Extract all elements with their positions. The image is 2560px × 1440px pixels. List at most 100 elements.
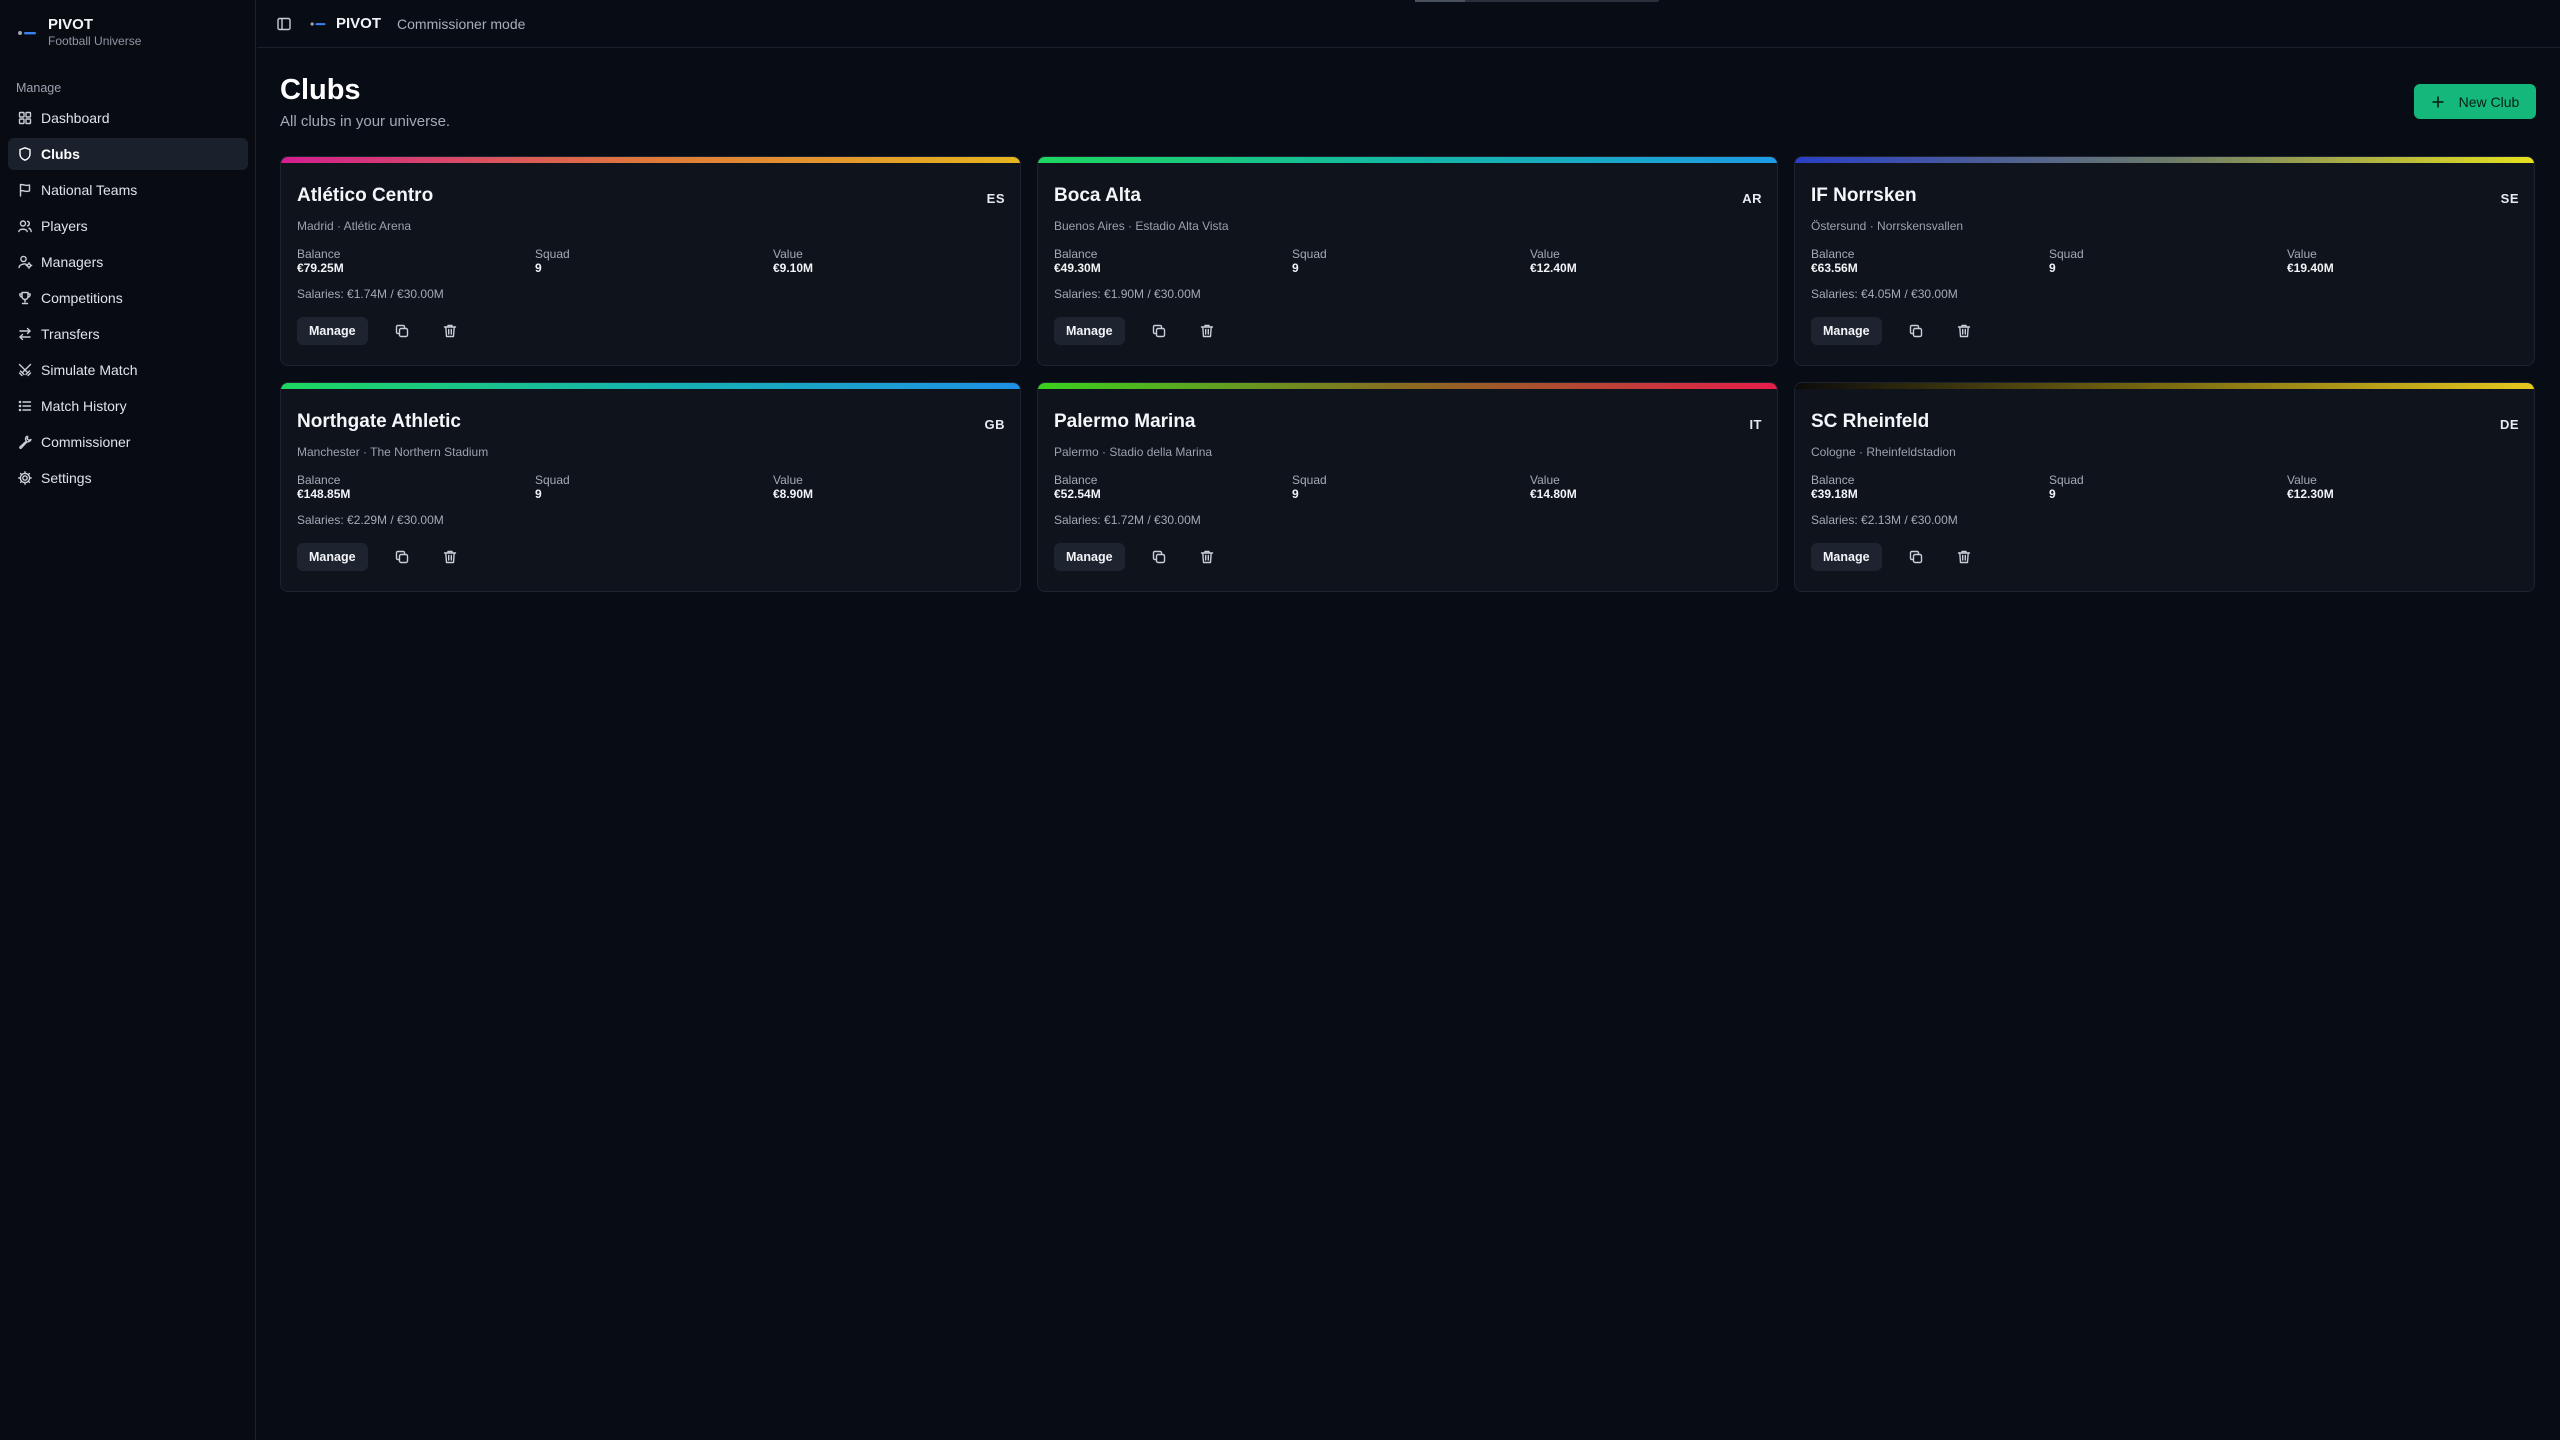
- club-actions: Manage: [297, 317, 464, 345]
- duplicate-button[interactable]: [1902, 543, 1930, 571]
- sidebar-nav: Dashboard Clubs National Teams Players Manag…: [8, 102, 248, 498]
- stat-value-total: Value €12.30M: [2287, 473, 2520, 502]
- pivot-logo-icon: [310, 21, 326, 26]
- copy-icon: [1908, 549, 1924, 565]
- sidebar-item-players[interactable]: Players: [8, 210, 248, 242]
- stat-label: Balance: [1811, 473, 1855, 487]
- stat-balance: Balance €148.85M: [297, 473, 535, 502]
- delete-button[interactable]: [436, 543, 464, 571]
- club-location: Palermo · Stadio della Marina: [1054, 445, 1213, 459]
- new-club-button[interactable]: New Club: [2414, 84, 2536, 119]
- sidebar-item-commissioner[interactable]: Commissioner: [8, 426, 248, 458]
- brand[interactable]: PIVOT Football Universe: [16, 16, 141, 49]
- club-stats: Balance €52.54M Squad 9 Value €14.80M: [1054, 473, 1763, 502]
- club-color-bar: [1038, 157, 1777, 163]
- stat-value: €52.54M: [1054, 487, 1101, 501]
- stat-value: €19.40M: [2287, 261, 2334, 275]
- topbar-app-name: PIVOT: [336, 15, 382, 32]
- stat-label: Value: [2287, 473, 2317, 487]
- stat-balance: Balance €49.30M: [1054, 247, 1292, 276]
- topbar: PIVOT Commissioner mode: [257, 0, 2560, 48]
- duplicate-button[interactable]: [1145, 317, 1173, 345]
- club-color-bar: [281, 157, 1020, 163]
- manage-button[interactable]: Manage: [1811, 543, 1882, 571]
- stat-value: €79.25M: [297, 261, 344, 275]
- stat-value: €39.18M: [1811, 487, 1858, 501]
- club-country-code: SE: [2500, 191, 2519, 206]
- pivot-logo-icon: [18, 30, 36, 35]
- stat-value-total: Value €14.80M: [1530, 473, 1763, 502]
- club-location: Madrid · Atlétic Arena: [297, 219, 412, 233]
- delete-button[interactable]: [1950, 543, 1978, 571]
- delete-button[interactable]: [1950, 317, 1978, 345]
- manage-button[interactable]: Manage: [297, 317, 368, 345]
- club-salaries: Salaries: €1.90M / €30.00M: [1054, 287, 1201, 301]
- club-name: Boca Alta: [1054, 185, 1141, 206]
- stat-label: Squad: [2049, 473, 2084, 487]
- page-title: Clubs: [280, 74, 361, 106]
- sidebar-item-managers[interactable]: Managers: [8, 246, 248, 278]
- sidebar-item-label: Settings: [41, 470, 92, 486]
- club-actions: Manage: [1054, 317, 1221, 345]
- club-salaries: Salaries: €1.74M / €30.00M: [297, 287, 444, 301]
- brand-name: PIVOT: [48, 16, 94, 33]
- sidebar-item-settings[interactable]: Settings: [8, 462, 248, 494]
- trash-icon: [1956, 549, 1972, 565]
- trophy-icon: [17, 290, 33, 306]
- gear-icon: [17, 470, 33, 486]
- sidebar-item-label: Commissioner: [41, 434, 131, 450]
- trash-icon: [442, 549, 458, 565]
- stat-value: 9: [2049, 487, 2056, 501]
- duplicate-button[interactable]: [388, 543, 416, 571]
- sidebar-item-competitions[interactable]: Competitions: [8, 282, 248, 314]
- panel-left-icon: [277, 17, 291, 30]
- manage-button[interactable]: Manage: [1054, 543, 1125, 571]
- stat-squad: Squad 9: [2049, 473, 2287, 502]
- stat-balance: Balance €63.56M: [1811, 247, 2049, 276]
- delete-button[interactable]: [436, 317, 464, 345]
- club-card: Northgate Athletic GB Manchester · The Nor…: [280, 382, 1021, 592]
- brand-subtitle: Football Universe: [48, 34, 142, 48]
- sidebar-toggle-button[interactable]: [274, 14, 294, 34]
- club-name: Palermo Marina: [1054, 411, 1196, 432]
- trash-icon: [1199, 323, 1215, 339]
- stat-value: 9: [535, 261, 542, 275]
- sidebar-section-label: Manage: [16, 81, 62, 95]
- club-color-bar: [281, 383, 1020, 389]
- sidebar-item-dashboard[interactable]: Dashboard: [8, 102, 248, 134]
- club-actions: Manage: [1811, 543, 1978, 571]
- delete-button[interactable]: [1193, 317, 1221, 345]
- club-location: Östersund · Norrskensvallen: [1811, 219, 1964, 233]
- sidebar-item-simulate-match[interactable]: Simulate Match: [8, 354, 248, 386]
- delete-button[interactable]: [1193, 543, 1221, 571]
- sidebar-item-label: Dashboard: [41, 110, 110, 126]
- drag-handle[interactable]: [1415, 0, 1659, 2]
- duplicate-button[interactable]: [388, 317, 416, 345]
- duplicate-button[interactable]: [1145, 543, 1173, 571]
- wrench-icon: [17, 434, 33, 450]
- arrows-swap-icon: [17, 326, 33, 342]
- shield-icon: [17, 146, 33, 162]
- sidebar-item-match-history[interactable]: Match History: [8, 390, 248, 422]
- page-subtitle: All clubs in your universe.: [280, 113, 451, 130]
- stat-value: €49.30M: [1054, 261, 1101, 275]
- copy-icon: [1151, 323, 1167, 339]
- manage-button[interactable]: Manage: [1811, 317, 1882, 345]
- manage-button[interactable]: Manage: [1054, 317, 1125, 345]
- stat-label: Balance: [297, 473, 341, 487]
- club-card: Atlético Centro ES Madrid · Atlétic Arena B…: [280, 156, 1021, 366]
- sidebar-item-label: Match History: [41, 398, 127, 414]
- stat-label: Squad: [1292, 247, 1327, 261]
- sidebar-item-clubs[interactable]: Clubs: [8, 138, 248, 170]
- club-country-code: IT: [1749, 417, 1762, 432]
- stat-value: 9: [1292, 261, 1299, 275]
- manage-button[interactable]: Manage: [297, 543, 368, 571]
- copy-icon: [1151, 549, 1167, 565]
- club-country-code: GB: [984, 417, 1005, 432]
- sidebar-item-transfers[interactable]: Transfers: [8, 318, 248, 350]
- club-name: SC Rheinfeld: [1811, 411, 1930, 432]
- stat-balance: Balance €52.54M: [1054, 473, 1292, 502]
- sidebar-item-label: Simulate Match: [41, 362, 138, 378]
- duplicate-button[interactable]: [1902, 317, 1930, 345]
- sidebar-item-national-teams[interactable]: National Teams: [8, 174, 248, 206]
